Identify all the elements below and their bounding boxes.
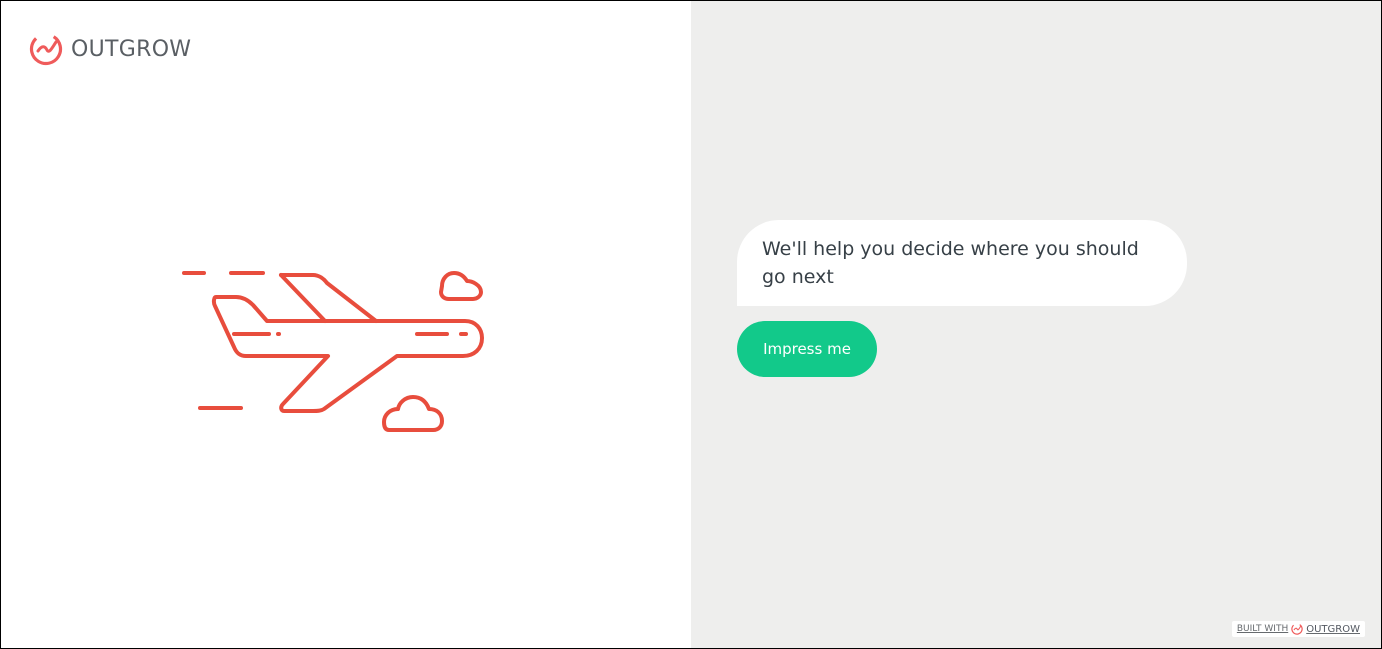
outgrow-page: OUTGROW We'll help you decide where you … bbox=[0, 0, 1382, 649]
impress-me-button[interactable]: Impress me bbox=[737, 321, 877, 377]
airplane-illustration bbox=[179, 259, 489, 437]
built-with-label: BUILT WITH bbox=[1236, 624, 1289, 634]
outgrow-logo-link[interactable]: OUTGROW bbox=[29, 32, 191, 66]
outgrow-logo-icon bbox=[29, 32, 63, 66]
built-with-outgrow-badge[interactable]: BUILT WITH OUTGROW bbox=[1231, 621, 1365, 637]
outgrow-logo-icon bbox=[1291, 623, 1303, 635]
airplane-icon bbox=[182, 271, 484, 432]
chat-message: We'll help you decide where you should g… bbox=[762, 238, 1139, 288]
left-panel: OUTGROW bbox=[1, 1, 691, 648]
chat-bubble: We'll help you decide where you should g… bbox=[737, 220, 1187, 306]
right-panel: We'll help you decide where you should g… bbox=[691, 1, 1381, 648]
footer-brand-name: OUTGROW bbox=[1306, 623, 1360, 635]
brand-name: OUTGROW bbox=[71, 36, 192, 62]
